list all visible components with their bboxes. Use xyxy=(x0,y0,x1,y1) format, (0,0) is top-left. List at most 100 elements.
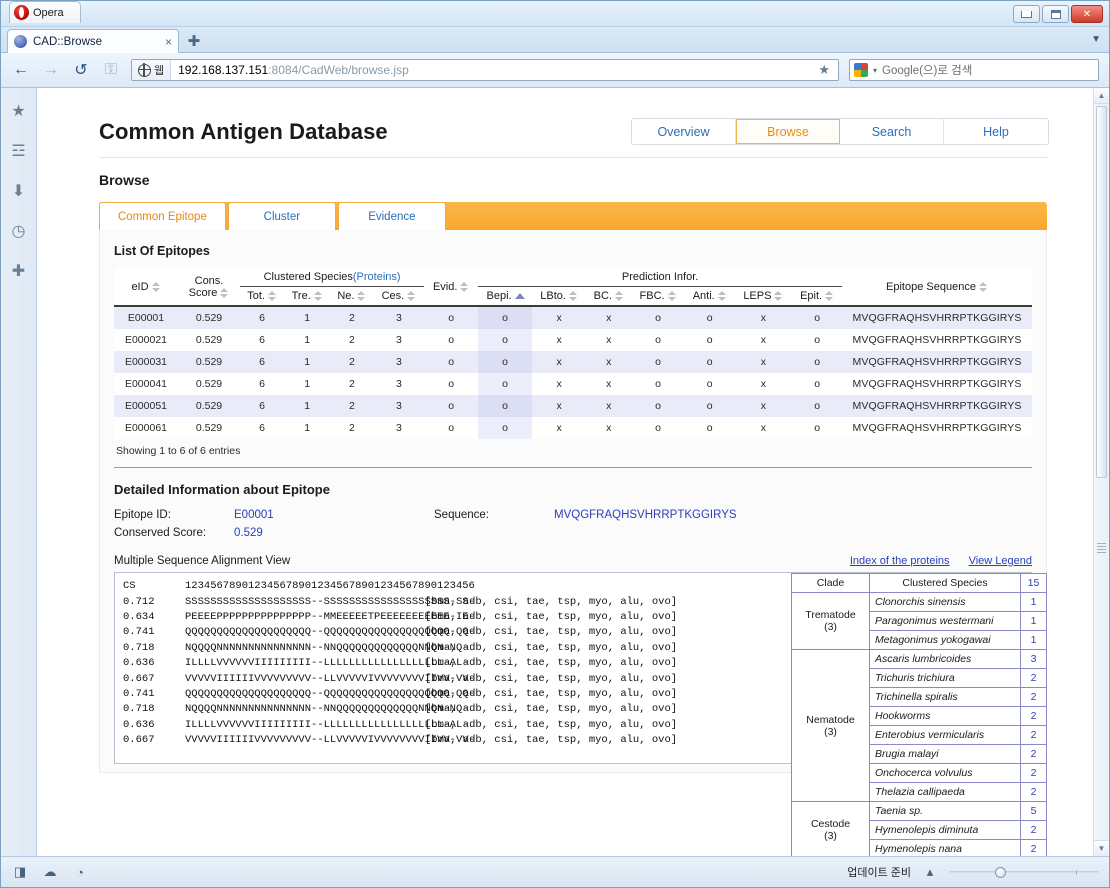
col-bepi[interactable]: Bepi. xyxy=(478,287,532,307)
tab-list-icon[interactable]: ▼ xyxy=(1091,34,1101,45)
col-epitope-sequence[interactable]: Epitope Sequence xyxy=(842,268,1032,306)
sort-icon[interactable] xyxy=(313,290,323,302)
nav-overview[interactable]: Overview xyxy=(632,119,736,144)
url-path: :8084/CadWeb/browse.jsp xyxy=(268,63,409,77)
search-engine-caret-icon[interactable]: ▾ xyxy=(873,66,877,75)
sort-icon[interactable] xyxy=(825,290,834,302)
msa-species: [bma, adb, csi, tae, tsp, myo, alu, ovo] xyxy=(425,734,678,747)
col-lbto[interactable]: LBto. xyxy=(532,287,586,307)
col-evid[interactable]: Evid. xyxy=(424,268,478,306)
table-row[interactable]: E000051 0.529 6 1 2 3 o o x x o o x o MV… xyxy=(114,395,1032,418)
page-scrollbar[interactable]: ▲ ▼ xyxy=(1093,88,1109,856)
sort-icon[interactable] xyxy=(614,290,624,302)
sort-icon[interactable] xyxy=(407,290,416,302)
sort-icon[interactable] xyxy=(460,281,469,293)
col-anti[interactable]: Anti. xyxy=(685,287,735,307)
sort-icon[interactable] xyxy=(774,290,783,302)
zoom-slider-knob[interactable] xyxy=(995,866,1006,878)
sort-asc-icon[interactable] xyxy=(514,290,525,302)
close-button[interactable]: ✕ xyxy=(1071,5,1103,23)
view-legend-link[interactable]: View Legend xyxy=(969,555,1032,567)
epitope-id-value[interactable]: E00001 xyxy=(234,509,434,521)
scroll-down-arrow-icon[interactable]: ▼ xyxy=(1094,840,1109,856)
table-row[interactable]: E000041 0.529 6 1 2 3 o o x x o o x o MV… xyxy=(114,373,1032,396)
cell-leps: x xyxy=(734,306,793,330)
col-eid[interactable]: eID xyxy=(114,268,178,306)
table-row[interactable]: E00001 0.529 6 1 2 3 o o x x o o x o MVQ… xyxy=(114,306,1032,330)
tab-common-epitope[interactable]: Common Epitope xyxy=(99,202,226,230)
opera-turbo-icon[interactable]: ☁ xyxy=(41,863,59,881)
sort-icon[interactable] xyxy=(220,287,229,299)
col-cons-score[interactable]: Cons. Score xyxy=(178,268,240,306)
downloads-icon[interactable]: ⬇ xyxy=(8,180,30,202)
unite-icon[interactable]: ◔ xyxy=(71,863,89,881)
species-count: 2 xyxy=(1020,687,1047,707)
nav-search[interactable]: Search xyxy=(840,119,944,144)
col-tot[interactable]: Tot. xyxy=(240,287,284,307)
browser-tab-cad-browse[interactable]: CAD::Browse × xyxy=(7,29,179,53)
search-input[interactable]: Google(으)로 검색 xyxy=(882,62,972,78)
detail-divider xyxy=(114,467,1032,469)
table-row[interactable]: E000061 0.529 6 1 2 3 o o x x o o x o MV… xyxy=(114,417,1032,440)
reload-icon[interactable]: ↺ xyxy=(71,60,91,80)
msa-seq: NQQQQNNNNNNNNNNNNNNN--NNQQQQQQQQQQQQQNNQ… xyxy=(185,703,469,716)
cell-bc: x xyxy=(586,417,632,440)
col-ces[interactable]: Ces. xyxy=(374,287,425,307)
bookmarks-icon[interactable]: ★ xyxy=(8,100,30,122)
scrollbar-thumb[interactable] xyxy=(1096,106,1107,478)
sort-icon[interactable] xyxy=(568,290,578,302)
table-entries-info: Showing 1 to 6 of 6 entries xyxy=(116,445,241,458)
maximize-button[interactable] xyxy=(1042,5,1069,23)
search-box[interactable]: ▾ Google(으)로 검색 xyxy=(849,59,1099,81)
scroll-up-arrow-icon[interactable]: ▲ xyxy=(1094,88,1109,104)
sort-icon[interactable] xyxy=(267,290,277,302)
notes-icon[interactable]: ☲ xyxy=(8,140,30,162)
url-host: 192.168.137.151 xyxy=(178,63,269,77)
panel-toggle-icon[interactable]: ◨ xyxy=(11,863,29,881)
sort-icon[interactable] xyxy=(357,290,366,302)
opera-menu-button[interactable]: Opera xyxy=(9,1,81,23)
tab-close-icon[interactable]: × xyxy=(165,35,172,49)
nav-browse[interactable]: Browse xyxy=(736,119,840,144)
update-status-text[interactable]: 업데이트 준비 xyxy=(847,864,911,880)
forward-icon[interactable]: → xyxy=(41,60,61,80)
zoom-slider[interactable] xyxy=(949,865,1099,879)
history-icon[interactable]: ◷ xyxy=(8,220,30,242)
sort-icon[interactable] xyxy=(667,290,677,302)
nav-help[interactable]: Help xyxy=(944,119,1048,144)
bookmark-star-icon[interactable]: ★ xyxy=(810,60,838,80)
cell-bc: x xyxy=(586,395,632,418)
col-epit[interactable]: Epit. xyxy=(792,287,842,307)
back-icon[interactable]: ← xyxy=(11,60,31,80)
tab-cluster[interactable]: Cluster xyxy=(227,202,336,230)
msa-seq: PEEEEPPPPPPPPPPPPPPP--MMEEEEETPEEEEEEEEE… xyxy=(185,610,475,623)
minimize-button[interactable] xyxy=(1013,5,1040,23)
cell-bc: x xyxy=(586,373,632,396)
cell-bepi: o xyxy=(478,395,532,418)
col-fbc[interactable]: FBC. xyxy=(631,287,685,307)
table-row[interactable]: E000021 0.529 6 1 2 3 o o x x o o x o MV… xyxy=(114,329,1032,352)
cell-tre: 1 xyxy=(284,395,331,418)
index-of-proteins-link[interactable]: Index of the proteins xyxy=(850,555,950,567)
google-icon xyxy=(854,63,868,77)
url-text[interactable]: 192.168.137.151:8084/CadWeb/browse.jsp xyxy=(171,60,810,80)
zoom-caret-icon[interactable]: ▴ xyxy=(921,863,939,881)
col-bc[interactable]: BC. xyxy=(586,287,631,307)
address-bar[interactable]: 웹 192.168.137.151:8084/CadWeb/browse.jsp… xyxy=(131,59,839,81)
title-bar: Opera ✕ xyxy=(1,1,1109,27)
add-panel-icon[interactable]: ✚ xyxy=(8,260,30,282)
body-area: ★ ☲ ⬇ ◷ ✚ Common Antigen Database Overvi… xyxy=(1,88,1109,856)
table-row[interactable]: E000031 0.529 6 1 2 3 o o x x o o x o MV… xyxy=(114,351,1032,374)
sequence-value[interactable]: MVQGFRAQHSVHRRPTKGGIRYS xyxy=(554,509,737,521)
sort-icon[interactable] xyxy=(717,290,727,302)
proteins-link[interactable]: (Proteins) xyxy=(353,271,401,283)
tab-evidence[interactable]: Evidence xyxy=(337,202,446,230)
col-tre[interactable]: Tre. xyxy=(284,287,330,307)
col-ne[interactable]: Ne. xyxy=(330,287,373,307)
col-leps[interactable]: LEPS xyxy=(735,287,793,307)
sort-icon[interactable] xyxy=(978,281,988,293)
sort-icon[interactable] xyxy=(151,281,161,293)
new-tab-icon[interactable]: ✚ xyxy=(185,32,203,50)
security-key-icon[interactable]: ⚿ xyxy=(101,60,121,80)
clade-name: Cestode xyxy=(810,818,851,830)
